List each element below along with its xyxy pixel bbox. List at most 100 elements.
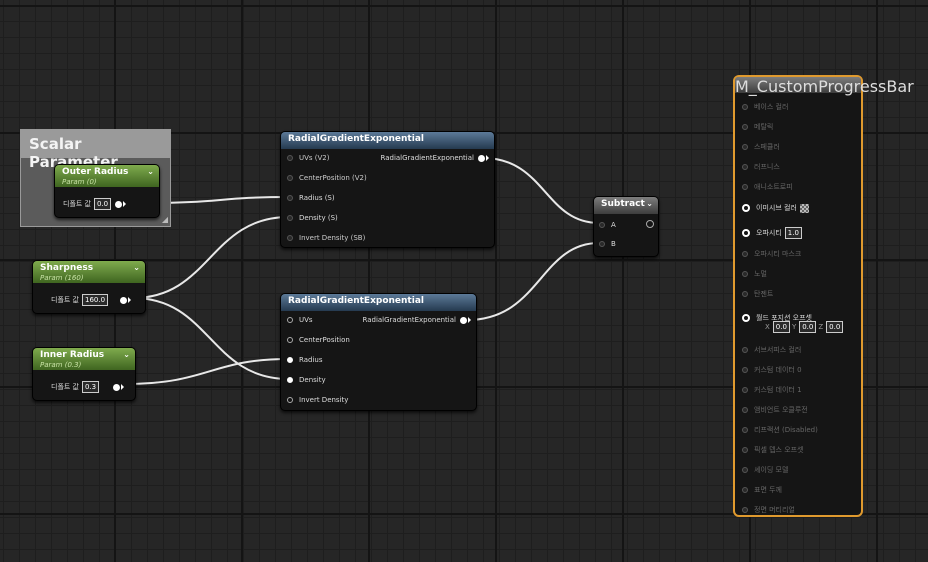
node-header: M_CustomProgressBar [735,77,914,96]
pin-label: UVs (V2) [299,154,330,162]
pin-label: 이미시브 컬러 [756,204,797,212]
pin-label: Radius (S) [299,194,335,202]
pin-icon [287,215,293,221]
pin-icon [287,235,293,241]
material-pin[interactable]: 러프니스 [742,162,780,172]
node-header: RadialGradientExponential [281,294,476,311]
material-pin[interactable]: 커스텀 데이터 0 [742,365,802,375]
pin-icon [742,487,748,493]
pin-label: 애니소트로피 [754,183,793,191]
default-value-label: 디폴트 값 [63,200,91,208]
output-pin[interactable] [646,220,654,228]
node-header: RadialGradientExponential [281,132,494,149]
output-pin-icon[interactable] [113,383,121,391]
chevron-down-icon[interactable]: ⌄ [147,167,154,176]
pin-label: CenterPosition [299,336,350,344]
pin-label: 서브서피스 컬러 [754,346,802,354]
material-pin[interactable]: 리프랙션 (Disabled) [742,425,818,435]
radial-gradient-exponential-node-1[interactable]: RadialGradientExponential UVs (V2) Cente… [280,131,495,248]
material-pin[interactable]: 베이스 컬러 [742,102,788,112]
pin-icon [742,447,748,453]
output-pin[interactable]: RadialGradientExponential [362,316,471,324]
axis-label-y: Y [791,323,797,331]
material-pin[interactable]: 셰이딩 모델 [742,465,788,475]
input-pin-radius[interactable]: Radius (S) [287,194,335,202]
pin-label: 리프랙션 (Disabled) [754,426,818,434]
default-value-input[interactable]: 0.0 [94,198,112,210]
input-pin-uvs[interactable]: UVs (V2) [287,154,330,162]
material-pin[interactable]: 서브서피스 컬러 [742,345,801,355]
input-pin-b[interactable]: B [599,240,616,248]
output-pin-icon [478,154,485,162]
default-value-row: 디폴트 값 160.0 [51,294,132,306]
color-swatch[interactable] [799,203,809,213]
pin-icon [742,271,748,277]
pin-icon [742,251,748,257]
node-subtitle: Param (0.3) [40,361,82,369]
input-pin-density[interactable]: Density [287,376,326,384]
wpo-y-input[interactable]: 0.0 [799,321,817,333]
input-pin-uvs[interactable]: UVs [287,316,313,324]
material-result-node[interactable]: M_CustomProgressBar 베이스 컬러메탈릭스페큘러러프니스애니소… [733,75,914,517]
node-subtitle: Param (0) [62,178,97,186]
material-pin[interactable]: 픽셀 뎁스 오프셋 [742,445,804,455]
inner-radius-node[interactable]: Inner Radius Param (0.3) ⌄ 디폴트 값 0.3 [32,347,136,401]
wpo-x-input[interactable]: 0.0 [772,321,790,333]
input-pin-invert-density[interactable]: Invert Density [287,396,348,404]
material-pin[interactable]: 메탈릭 [742,122,773,132]
subtract-node[interactable]: Subtract ⌄ A B [593,196,659,257]
pin-label: 정면 머티리얼 [754,506,795,514]
output-pin-icon[interactable] [115,200,123,208]
material-pin[interactable]: 오파시티 1.0 [742,227,802,239]
material-pin[interactable]: 탄젠트 [742,289,773,299]
comment-title: Scalar Parameter [21,130,170,171]
pin-icon [287,337,293,343]
pin-label: RadialGradientExponential [362,316,457,324]
input-pin-density[interactable]: Density (S) [287,214,338,222]
default-value-input[interactable]: 160.0 [82,294,109,306]
chevron-down-icon[interactable]: ⌄ [123,350,130,359]
pin-label: 오파시티 마스크 [754,250,802,258]
chevron-down-icon[interactable]: ⌄ [646,199,653,208]
pin-label: 탄젠트 [754,290,774,298]
input-pin-invert-density[interactable]: Invert Density (SB) [287,234,365,242]
input-pin-a[interactable]: A [599,221,616,229]
wire-sharpness-to-density1 [132,216,290,299]
chevron-down-icon[interactable]: ⌄ [133,263,140,272]
material-pin[interactable]: 커스텀 데이터 1 [742,385,802,395]
input-pin-center-position[interactable]: CenterPosition (V2) [287,174,367,182]
pin-icon [742,347,748,353]
pin-label: 메탈릭 [754,123,774,131]
wpo-z-input[interactable]: 0.0 [826,321,844,333]
material-pin[interactable]: 오파시티 마스크 [742,249,801,259]
input-pin-center-position[interactable]: CenterPosition [287,336,350,344]
default-value-label: 디폴트 값 [51,383,79,391]
opacity-value-input[interactable]: 1.0 [784,227,802,239]
default-value-label: 디폴트 값 [51,296,79,304]
input-pin-radius[interactable]: Radius [287,356,322,364]
material-pin[interactable]: 노멀 [742,269,767,279]
resize-grip-icon[interactable]: ◢ [162,215,168,224]
output-pin-icon[interactable] [120,296,128,304]
pin-label: 커스텀 데이터 1 [754,386,802,394]
pin-label: 오파시티 [756,229,782,237]
material-pin[interactable]: 표면 두께 [742,485,782,495]
node-subtitle: Param (160) [40,274,84,282]
pin-icon [742,104,748,110]
axis-label-x: X [765,323,770,331]
output-pin[interactable]: RadialGradientExponential [381,154,489,162]
material-pin[interactable]: 이미시브 컬러 [742,203,809,213]
material-pin[interactable]: 스페큘러 [742,142,780,152]
default-value-input[interactable]: 0.3 [82,381,100,393]
pin-label: Density (S) [299,214,338,222]
material-pin[interactable]: 애니소트로피 [742,182,793,192]
pin-icon [742,204,750,212]
material-pin[interactable]: 정면 머티리얼 [742,505,795,515]
outer-radius-node[interactable]: Outer Radius Param (0) ⌄ 디폴트 값 0.0 [54,164,160,218]
pin-icon [287,155,293,161]
output-pin-icon [460,316,467,324]
radial-gradient-exponential-node-2[interactable]: RadialGradientExponential UVs CenterPosi… [280,293,477,411]
material-pin[interactable]: 앰비언트 오클루전 [742,405,808,415]
pin-icon [742,467,748,473]
sharpness-node[interactable]: Sharpness Param (160) ⌄ 디폴트 값 160.0 [32,260,146,314]
